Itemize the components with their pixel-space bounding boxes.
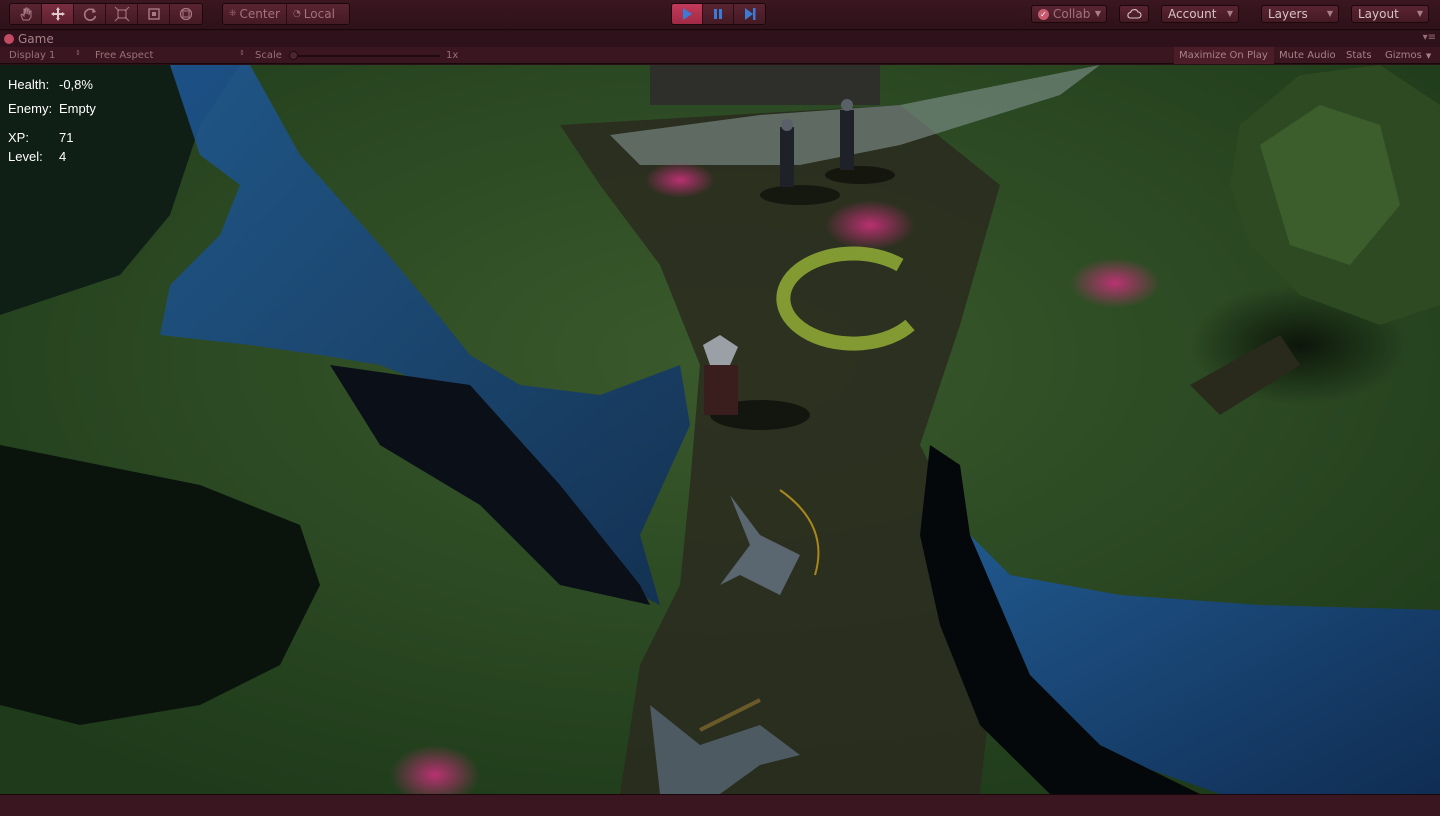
game-scene-render <box>0 65 1440 794</box>
display-label: Display 1 <box>9 50 56 61</box>
layout-label: Layout <box>1358 7 1399 21</box>
chevron-down-icon: ▼ <box>1416 9 1423 18</box>
pivot-label: Center <box>239 7 280 21</box>
transform-tool-button[interactable] <box>170 4 202 24</box>
account-label: Account <box>1168 7 1217 21</box>
hand-icon <box>19 7 31 21</box>
step-icon <box>744 8 755 20</box>
pivot-toggles: ⁜ Center ◔ Local <box>222 3 350 25</box>
transform-tools <box>9 3 203 25</box>
window-tabbar: Game ▾≡ <box>0 31 1440 47</box>
chevron-down-icon: ▼ <box>1226 9 1233 18</box>
cloud-button[interactable] <box>1119 5 1149 23</box>
rock-block <box>650 65 880 105</box>
hud-level-value: 4 <box>59 149 67 164</box>
maximize-on-play-toggle[interactable]: Maximize On Play <box>1174 47 1274 64</box>
chevron-down-icon: ▼ <box>1326 9 1333 18</box>
step-button[interactable] <box>734 4 765 24</box>
updown-icon: ⇕ <box>75 49 81 57</box>
play-icon <box>683 8 692 20</box>
hud-xp-label: XP: <box>8 130 29 145</box>
display-dropdown[interactable]: Display 1 ⇕ <box>9 49 83 62</box>
hud-enemy-label: Enemy: <box>8 101 53 116</box>
chevron-down-icon: ▼ <box>1425 51 1432 60</box>
pink-blob <box>1070 258 1160 308</box>
play-button[interactable] <box>672 4 703 24</box>
pink-blob <box>645 162 715 198</box>
cloud-icon <box>1127 9 1142 19</box>
local-space-icon: ◔ <box>292 9 301 19</box>
move-icon <box>50 7 65 21</box>
mute-audio-toggle[interactable]: Mute Audio <box>1274 47 1341 64</box>
account-dropdown[interactable]: Account ▼ <box>1161 5 1239 23</box>
hud-level: Level: 4 <box>8 149 66 164</box>
hud-xp-value: 71 <box>59 130 74 145</box>
chevron-down-icon: ▼ <box>1094 9 1101 18</box>
pivot-icon: ⁜ <box>229 9 237 19</box>
main-toolbar: ⁜ Center ◔ Local ✓ Collab ▼ Account ▼ La… <box>0 0 1440 30</box>
pause-icon <box>714 9 722 19</box>
stats-toggle[interactable]: Stats <box>1341 47 1377 64</box>
collab-label: Collab <box>1053 7 1091 21</box>
layers-label: Layers <box>1268 7 1308 21</box>
pink-blob <box>825 200 915 250</box>
scale-tool-button[interactable] <box>106 4 138 24</box>
rect-icon <box>147 8 160 20</box>
pivot-mode-button[interactable]: ⁜ Center <box>223 4 287 24</box>
hud-health: Health: -0,8% <box>8 77 93 92</box>
tab-game-label: Game <box>18 32 54 46</box>
window-menu-icon[interactable]: ▾≡ <box>1423 32 1436 43</box>
collab-check-icon: ✓ <box>1038 8 1049 20</box>
scale-slider-knob[interactable] <box>289 51 298 60</box>
play-controls <box>671 3 766 25</box>
hud-xp: XP: 71 <box>8 130 73 145</box>
scale-slider-track[interactable] <box>290 55 440 57</box>
hud-health-label: Health: <box>8 77 50 92</box>
game-view-icon <box>4 34 14 44</box>
hand-tool-button[interactable] <box>10 4 42 24</box>
status-bar <box>0 794 1440 816</box>
layout-dropdown[interactable]: Layout ▼ <box>1351 5 1429 23</box>
gizmos-label: Gizmos <box>1385 50 1422 61</box>
scale-label: Scale <box>255 50 282 61</box>
rotate-tool-button[interactable] <box>74 4 106 24</box>
gizmos-dropdown[interactable]: Gizmos ▼ <box>1380 47 1436 64</box>
aspect-dropdown[interactable]: Free Aspect ⇕ <box>95 49 247 62</box>
tab-game[interactable]: Game <box>4 31 54 47</box>
move-tool-button[interactable] <box>42 4 74 24</box>
collab-dropdown[interactable]: ✓ Collab ▼ <box>1031 5 1107 23</box>
game-view-toolbar: Display 1 ⇕ Free Aspect ⇕ Scale 1x Maxim… <box>0 47 1440 64</box>
aspect-label: Free Aspect <box>95 50 154 61</box>
game-viewport[interactable]: Health: -0,8% Enemy: Empty XP: 71 Level:… <box>0 65 1440 794</box>
layers-dropdown[interactable]: Layers ▼ <box>1261 5 1339 23</box>
updown-icon: ⇕ <box>239 49 245 57</box>
pivot-space-button[interactable]: ◔ Local <box>286 4 349 24</box>
scale-icon <box>114 6 129 22</box>
rect-tool-button[interactable] <box>138 4 170 24</box>
scale-value: 1x <box>446 50 459 61</box>
space-label: Local <box>303 7 335 21</box>
hud-enemy: Enemy: Empty <box>8 101 96 116</box>
pause-button[interactable] <box>703 4 734 24</box>
hud-level-label: Level: <box>8 149 43 164</box>
rotate-icon <box>83 8 96 21</box>
transform-icon <box>179 7 193 21</box>
hud-enemy-value: Empty <box>59 101 96 116</box>
hud-health-value: -0,8% <box>59 77 93 92</box>
